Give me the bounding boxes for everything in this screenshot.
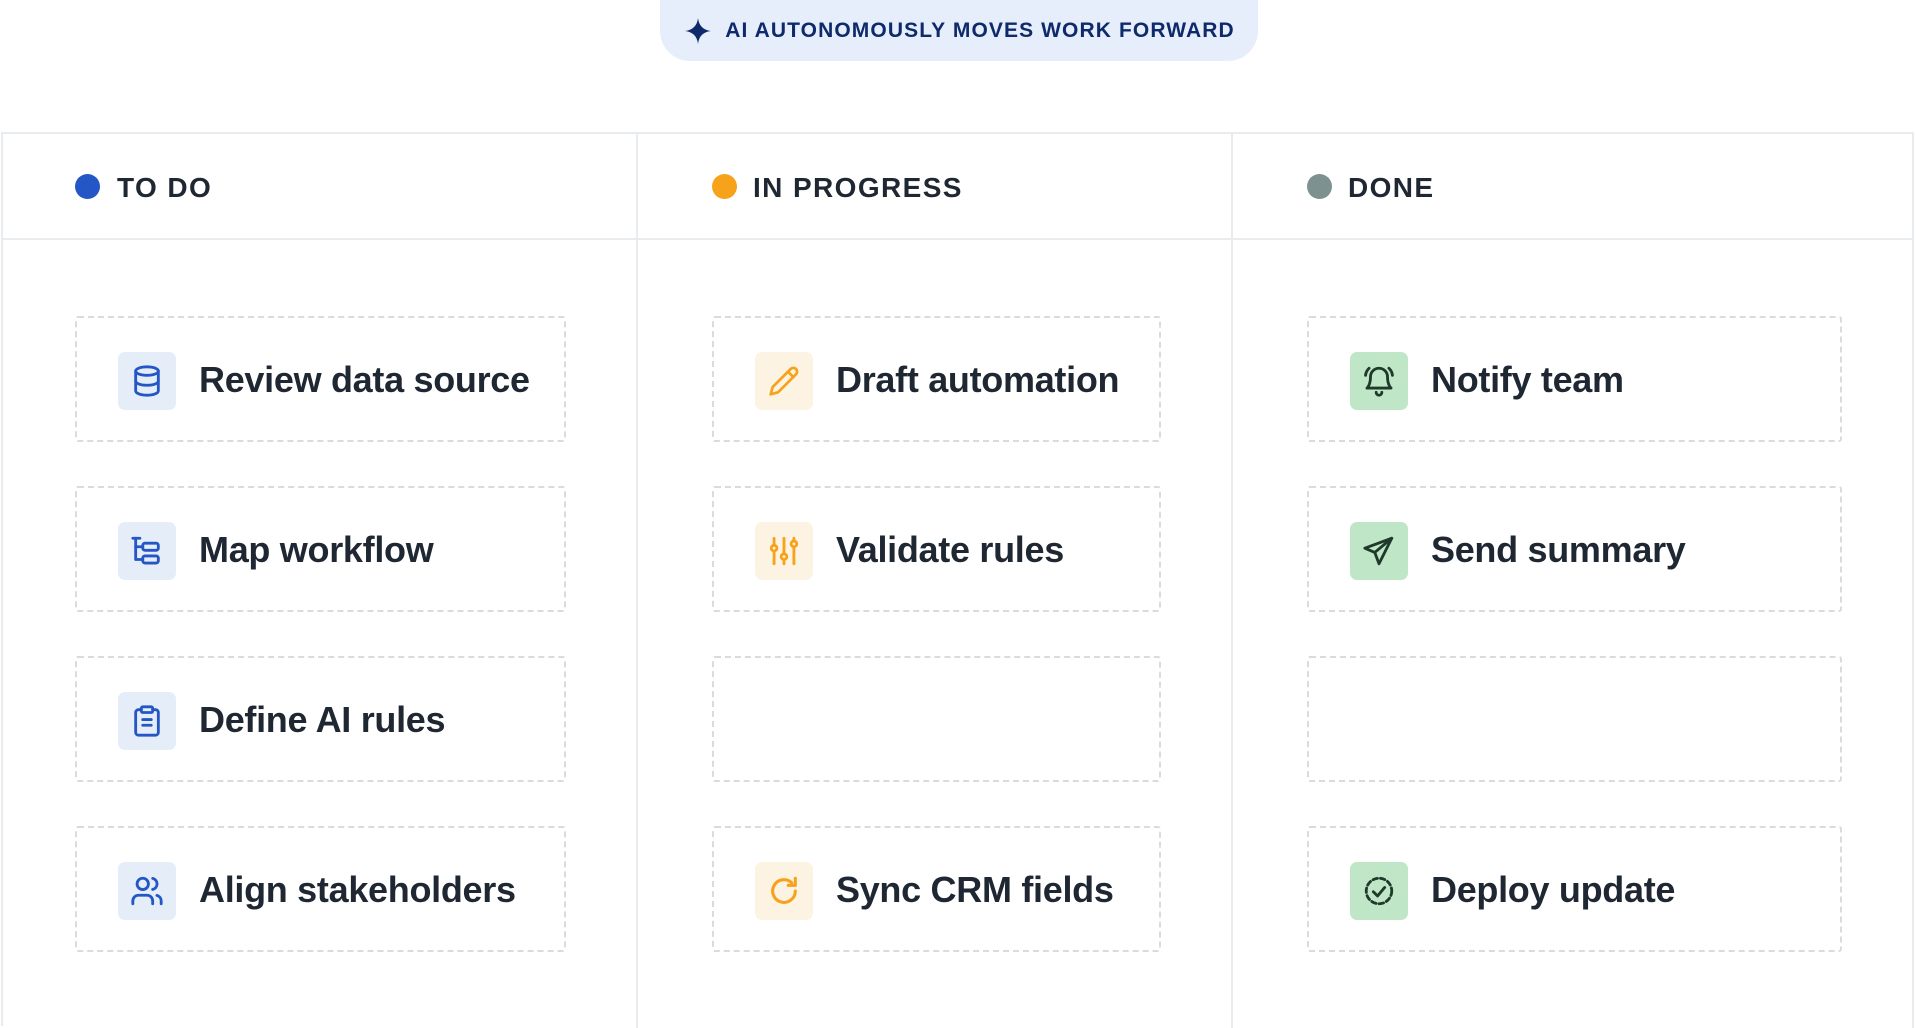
column-header-todo: TO DO	[3, 134, 636, 240]
empty-card-slot	[1307, 656, 1842, 782]
column-title-in-progress: IN PROGRESS	[753, 172, 963, 203]
task-card-send-summary[interactable]: Send summary	[1307, 486, 1842, 612]
task-card-map-workflow[interactable]: Map workflow	[75, 486, 566, 612]
column-title-todo: TO DO	[117, 172, 213, 203]
check-circle-icon	[1350, 862, 1408, 920]
column-done: DONE Notify team Send summary Deploy upd…	[1233, 134, 1914, 1028]
clipboard-icon	[118, 692, 176, 750]
task-label: Sync CRM fields	[836, 869, 1114, 910]
task-label: Draft automation	[836, 359, 1120, 400]
banner: AI AUTONOMOUSLY MOVES WORK FORWARD	[660, 0, 1258, 61]
bell-icon	[1350, 352, 1408, 410]
task-label: Align stakeholders	[199, 869, 516, 910]
task-card-deploy-update[interactable]: Deploy update	[1307, 826, 1842, 952]
sliders-icon	[755, 522, 813, 580]
task-label: Map workflow	[199, 529, 434, 570]
task-card-draft-automation[interactable]: Draft automation	[712, 316, 1161, 442]
task-card-align-stakeholders[interactable]: Align stakeholders	[75, 826, 566, 952]
status-dot-done	[1307, 174, 1332, 199]
task-label: Notify team	[1431, 359, 1624, 400]
status-dot-todo	[75, 174, 100, 199]
refresh-icon	[755, 862, 813, 920]
empty-card-slot	[712, 656, 1161, 782]
task-label: Define AI rules	[199, 699, 446, 740]
task-card-sync-crm-fields[interactable]: Sync CRM fields	[712, 826, 1161, 952]
banner-text: AI AUTONOMOUSLY MOVES WORK FORWARD	[725, 18, 1235, 42]
column-todo: TO DO Review data source Map workflow De…	[3, 134, 638, 1028]
task-label: Deploy update	[1431, 869, 1676, 910]
workflow-tree-icon	[118, 522, 176, 580]
column-in-progress: IN PROGRESS Draft automation Validate ru…	[638, 134, 1233, 1028]
task-label: Send summary	[1431, 529, 1686, 570]
status-dot-in-progress	[712, 174, 737, 199]
users-icon	[118, 862, 176, 920]
task-label: Review data source	[199, 359, 530, 400]
column-header-done: DONE	[1233, 134, 1912, 240]
task-card-review-data-source[interactable]: Review data source	[75, 316, 566, 442]
pencil-icon	[755, 352, 813, 410]
sparkle-icon	[683, 16, 713, 46]
task-card-validate-rules[interactable]: Validate rules	[712, 486, 1161, 612]
kanban-board: TO DO Review data source Map workflow De…	[1, 132, 1914, 1028]
task-label: Validate rules	[836, 529, 1064, 570]
column-title-done: DONE	[1348, 172, 1435, 203]
database-icon	[118, 352, 176, 410]
task-card-notify-team[interactable]: Notify team	[1307, 316, 1842, 442]
send-icon	[1350, 522, 1408, 580]
task-card-define-ai-rules[interactable]: Define AI rules	[75, 656, 566, 782]
column-header-in-progress: IN PROGRESS	[638, 134, 1231, 240]
